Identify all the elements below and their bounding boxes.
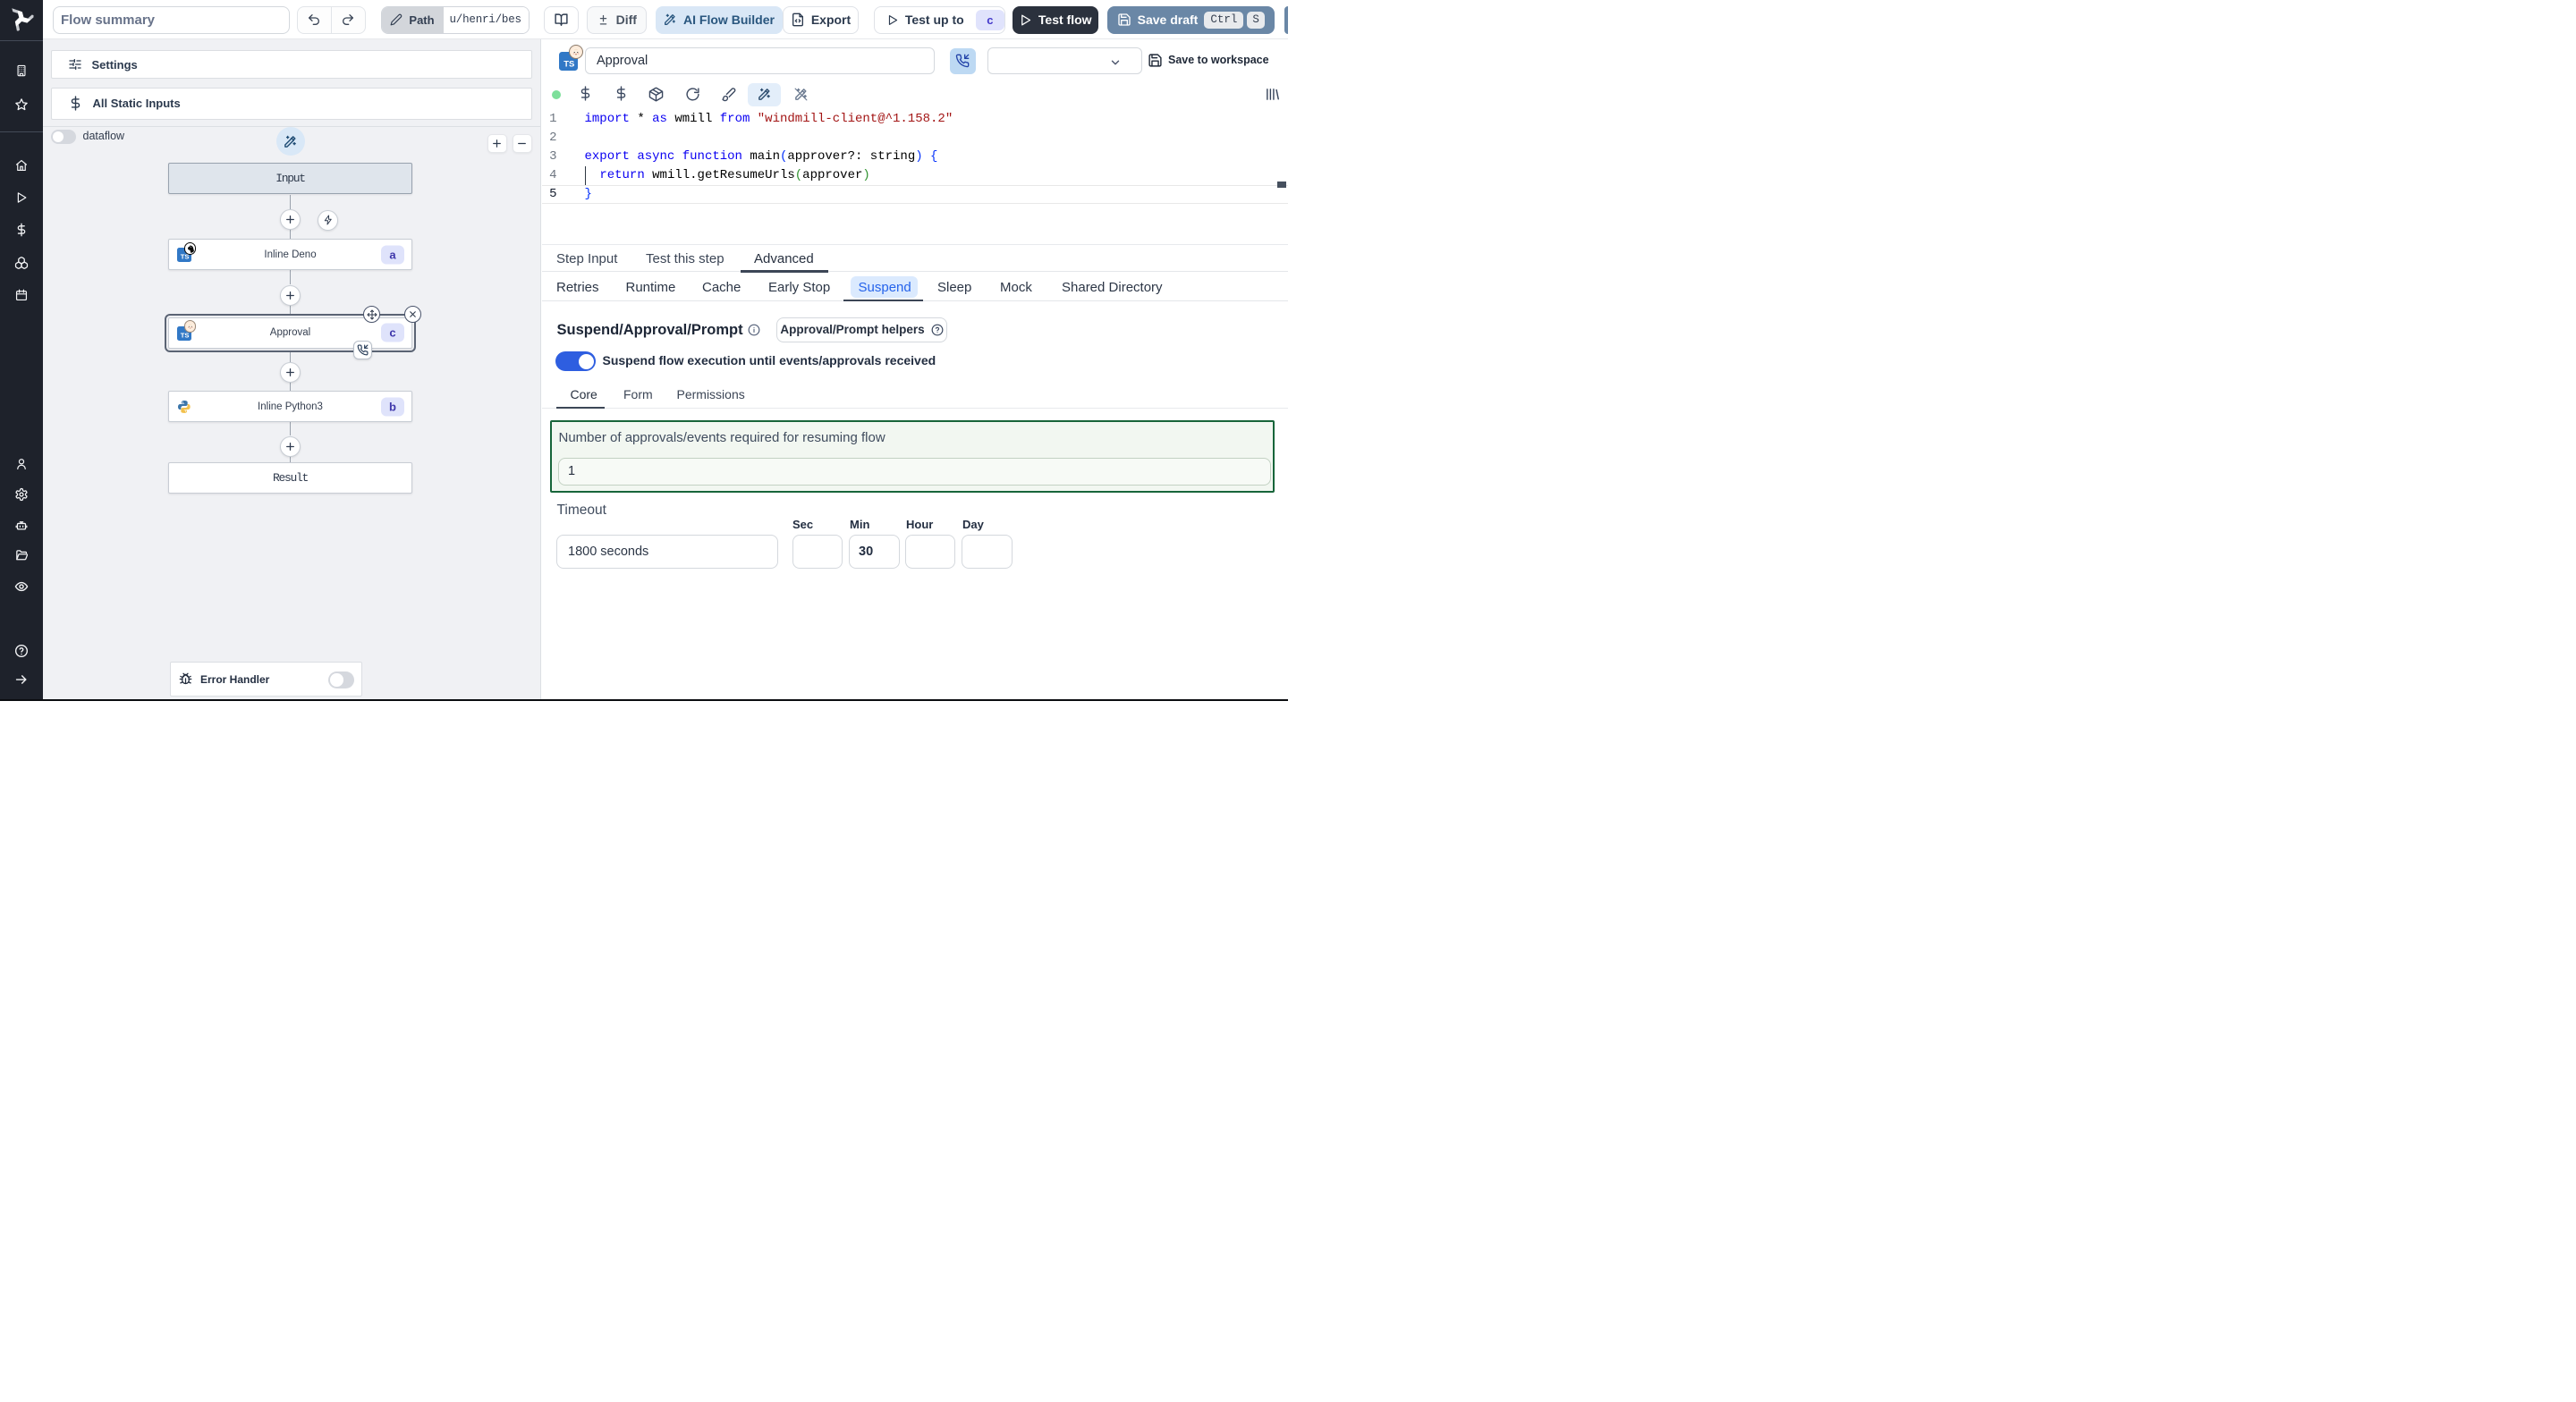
svg-text:TS: TS: [564, 59, 574, 69]
